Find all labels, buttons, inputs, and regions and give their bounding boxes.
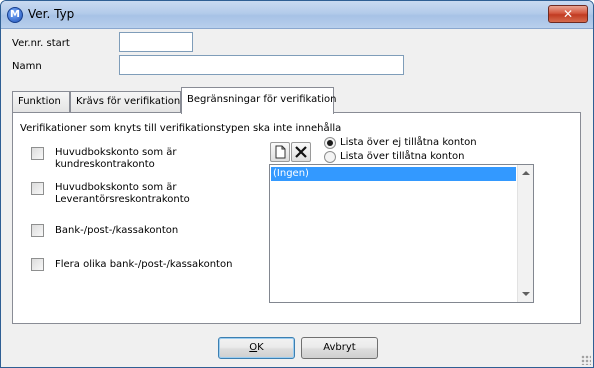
scroll-down-icon[interactable] [522, 292, 530, 296]
namn-input[interactable] [119, 55, 404, 75]
checkbox-kundreskontra[interactable] [31, 147, 44, 160]
cancel-button[interactable]: Avbryt [301, 337, 378, 359]
resize-grip[interactable] [581, 355, 591, 365]
delete-x-icon [295, 146, 307, 158]
ok-access-key: O [249, 342, 258, 353]
tab-panel: Verifikationer som knyts till verifikati… [12, 112, 581, 324]
konton-listbox[interactable]: (Ingen) [269, 164, 534, 303]
radio-ej-tillatna-label: Lista över ej tillåtna konton [340, 137, 477, 148]
namn-label: Namn [12, 61, 42, 72]
close-button[interactable]: ✕ [548, 5, 588, 23]
ok-label: OK [249, 342, 264, 353]
checkbox-leverantorsreskontra-label-line2: Leverantörsreskontrakonto [55, 194, 190, 205]
list-scrollbar[interactable] [517, 165, 533, 302]
new-document-icon [275, 145, 286, 159]
tab-kravs-for-verifikation[interactable]: Krävs för verifikation [70, 91, 181, 113]
close-icon: ✕ [562, 7, 574, 21]
panel-heading: Verifikationer som knyts till verifikati… [20, 123, 342, 134]
radio-ej-tillatna[interactable] [324, 137, 336, 149]
new-item-button[interactable] [270, 142, 290, 162]
vernr-start-input[interactable] [119, 32, 193, 52]
dialog-window: M Ver. Typ ✕ Ver.nr. start Namn Funktion… [0, 0, 594, 368]
delete-item-button[interactable] [291, 142, 311, 162]
checkbox-leverantorsreskontra[interactable] [31, 182, 44, 195]
window-title: Ver. Typ [28, 7, 75, 21]
checkbox-leverantorsreskontra-label: Huvudbokskonto som är Leverantörsreskont… [55, 182, 215, 206]
radio-tillatna-label: Lista över tillåtna konton [340, 151, 465, 162]
list-item[interactable]: (Ingen) [271, 167, 516, 181]
checkbox-flera-bank-post-kassa[interactable] [31, 258, 44, 271]
checkbox-bank-post-kassa[interactable] [31, 224, 44, 237]
checkbox-bank-post-kassa-label: Bank-/post-/kassakonton [55, 225, 179, 236]
radio-tillatna[interactable] [324, 151, 336, 163]
tab-begransningar-for-verifikation[interactable]: Begränsningar för verifikation [181, 87, 336, 114]
app-icon: M [7, 7, 23, 23]
scroll-up-icon[interactable] [522, 171, 530, 175]
checkbox-flera-bank-post-kassa-label: Flera olika bank-/post-/kassakonton [55, 259, 233, 270]
checkbox-kundreskontra-label-line1: Huvudbokskonto som är [55, 147, 177, 158]
title-bar[interactable]: M Ver. Typ ✕ [1, 1, 593, 29]
checkbox-kundreskontra-label-line2: kundreskontrakonto [55, 159, 155, 170]
vernr-label: Ver.nr. start [12, 38, 70, 49]
ok-button[interactable]: OK [218, 337, 295, 359]
checkbox-kundreskontra-label: Huvudbokskonto som är kundreskontrakonto [55, 147, 205, 171]
checkbox-leverantorsreskontra-label-line1: Huvudbokskonto som är [55, 182, 177, 193]
tab-funktion[interactable]: Funktion [12, 91, 70, 113]
